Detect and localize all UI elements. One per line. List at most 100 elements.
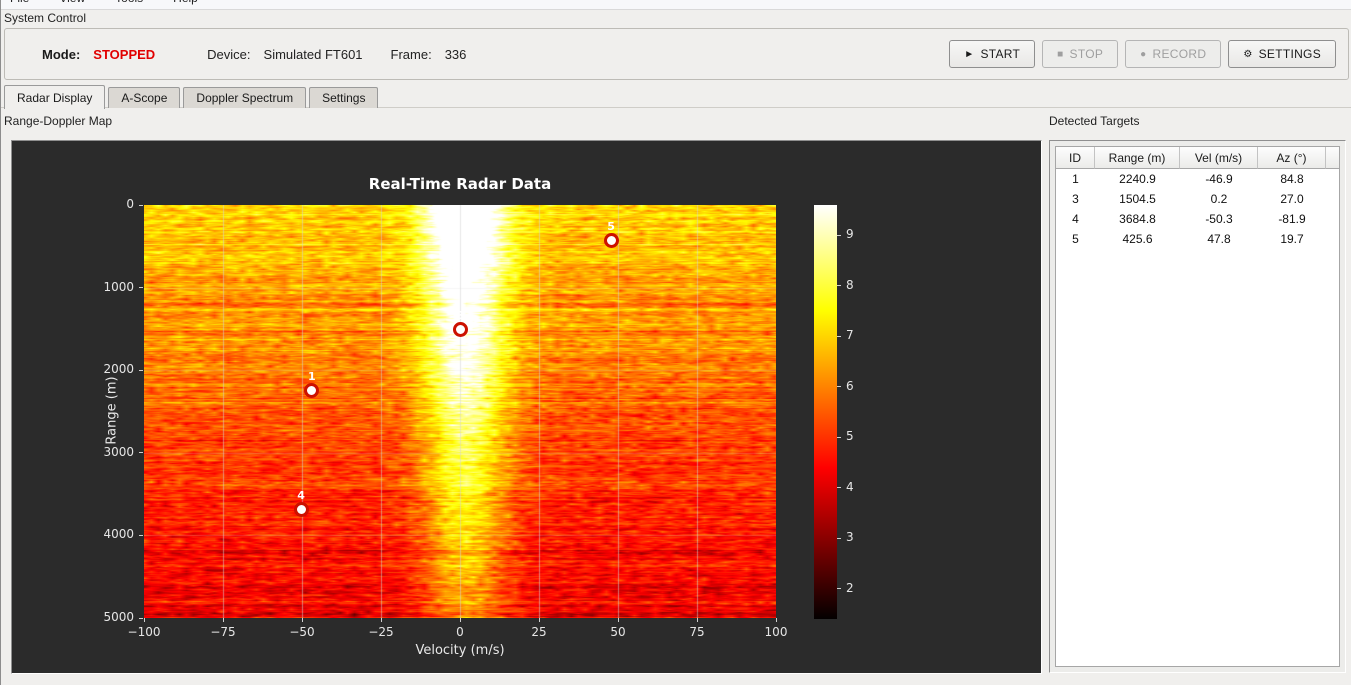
colorbar-tick-label: 7 [846, 328, 854, 343]
tab-bar: Radar Display A-Scope Doppler Spectrum S… [1, 85, 1351, 109]
system-control-group-title: System Control [4, 11, 87, 25]
y-tick-label: 2000 [103, 362, 134, 377]
colorbar-tick-mark [837, 537, 841, 539]
x-tick-mark [538, 618, 540, 622]
record-button[interactable]: ● RECORD [1125, 40, 1222, 68]
x-tick-label: −50 [289, 625, 315, 639]
x-tick-mark [222, 618, 224, 622]
y-tick-mark [139, 204, 143, 206]
table-cell: -50.3 [1205, 212, 1233, 226]
mode-label: Mode: [42, 46, 81, 62]
colorbar-tick-label: 3 [846, 530, 854, 545]
frame-label: Frame: [390, 46, 432, 62]
radar-app-window: File View Tools Help System Control Mode… [0, 0, 1351, 685]
colorbar-tick-label: 8 [846, 277, 854, 292]
device-value: Simulated FT601 [263, 46, 363, 62]
y-tick-label: 4000 [103, 527, 134, 542]
table-cell: 27.0 [1280, 192, 1304, 206]
colorbar-tick-mark [837, 335, 841, 337]
table-cell: 3 [1072, 192, 1079, 206]
table-cell: 47.8 [1207, 232, 1231, 246]
target-id-label: 5 [607, 220, 615, 234]
target-marker [293, 501, 309, 517]
colorbar-tick-mark [837, 487, 841, 489]
table-cell-filler [1326, 169, 1339, 189]
targets-table: ID Range (m) Vel (m/s) Az (°) 1 2240.9 -46… [1055, 146, 1340, 667]
range-doppler-plot-panel: Real-Time Radar Data Velocity (m/s) Rang… [11, 140, 1042, 674]
column-header-vel[interactable]: Vel (m/s) [1180, 147, 1258, 169]
tab-radar-display[interactable]: Radar Display [4, 85, 106, 109]
colorbar-tick-mark [837, 588, 841, 590]
x-tick-mark [143, 618, 145, 622]
play-icon: ► [964, 48, 975, 60]
y-tick-label: 0 [126, 197, 134, 211]
settings-button[interactable]: ⚙ SETTINGS [1228, 40, 1336, 68]
stop-button[interactable]: ■ STOP [1042, 40, 1119, 68]
colorbar-tick-mark [837, 436, 841, 438]
stop-icon: ■ [1057, 48, 1064, 60]
tab-doppler-spectrum[interactable]: Doppler Spectrum [183, 87, 307, 108]
tab-settings[interactable]: Settings [309, 87, 379, 108]
range-doppler-heatmap [144, 205, 776, 618]
colorbar-tick-label: 2 [846, 580, 854, 595]
target-id-label: 4 [297, 489, 305, 503]
start-button[interactable]: ► START [949, 40, 1036, 68]
mode-value: STOPPED [93, 46, 156, 62]
target-marker [603, 232, 619, 248]
column-header-filler [1326, 147, 1339, 169]
y-tick-mark [139, 534, 143, 536]
table-row[interactable]: 1 2240.9 -46.9 84.8 [1056, 169, 1339, 189]
colorbar-tick-label: 4 [846, 479, 854, 494]
target-id-label: 1 [307, 370, 316, 384]
y-tick-label: 3000 [103, 444, 134, 459]
detected-targets-panel: ID Range (m) Vel (m/s) Az (°) 1 2240.9 -46… [1049, 140, 1346, 673]
x-tick-mark [380, 618, 382, 622]
menu-tools[interactable]: Tools [113, 0, 145, 7]
x-tick-label: 50 [610, 625, 626, 639]
colorbar-tick-mark [837, 234, 841, 236]
menu-bar: File View Tools Help [1, 0, 1351, 10]
x-tick-label: −75 [210, 625, 236, 639]
x-tick-label: 100 [764, 625, 788, 639]
detected-targets-label: Detected Targets [1049, 114, 1140, 128]
target-marker [304, 382, 320, 398]
table-cell: 1504.5 [1119, 192, 1156, 206]
colorbar-tick-label: 6 [846, 378, 854, 393]
table-cell: 1 [1072, 172, 1079, 186]
y-tick-mark [139, 452, 143, 454]
table-row[interactable]: 3 1504.5 0.2 27.0 [1056, 189, 1339, 209]
table-cell: 4 [1072, 212, 1079, 226]
table-cell: 19.7 [1280, 232, 1304, 246]
x-tick-label: −100 [127, 625, 161, 639]
y-tick-label: 1000 [103, 279, 134, 294]
colorbar-tick-mark [837, 285, 841, 287]
table-row[interactable]: 5 425.6 47.8 19.7 [1056, 229, 1339, 249]
column-header-az[interactable]: Az (°) [1258, 147, 1326, 169]
x-tick-mark [696, 618, 698, 622]
colorbar-tick-label: 9 [846, 227, 854, 242]
x-tick-label: −25 [368, 625, 394, 639]
table-cell: 425.6 [1122, 232, 1153, 246]
plot-title: Real-Time Radar Data [368, 175, 552, 193]
table-cell: 3684.8 [1119, 212, 1156, 226]
x-axis-label: Velocity (m/s) [415, 643, 505, 658]
table-cell-filler [1326, 209, 1339, 229]
table-row[interactable]: 4 3684.8 -50.3 -81.9 [1056, 209, 1339, 229]
table-cell: 2240.9 [1119, 172, 1156, 186]
table-cell-filler [1326, 189, 1339, 209]
menu-help[interactable]: Help [171, 0, 200, 7]
column-header-range[interactable]: Range (m) [1095, 147, 1180, 169]
y-tick-mark [139, 617, 143, 619]
device-label: Device: [207, 46, 251, 62]
tab-a-scope[interactable]: A-Scope [108, 87, 181, 108]
column-header-id[interactable]: ID [1056, 147, 1095, 169]
colorbar-tick-mark [837, 386, 841, 388]
target-marker [453, 321, 469, 337]
table-cell: 5 [1072, 232, 1079, 246]
y-tick-label: 5000 [103, 610, 134, 624]
system-control-group: Mode: STOPPED Device: Simulated FT601 Fr… [4, 28, 1349, 80]
x-tick-mark [459, 618, 461, 622]
menu-file[interactable]: File [8, 0, 31, 7]
menu-view[interactable]: View [57, 0, 87, 7]
x-tick-label: 75 [689, 625, 705, 639]
